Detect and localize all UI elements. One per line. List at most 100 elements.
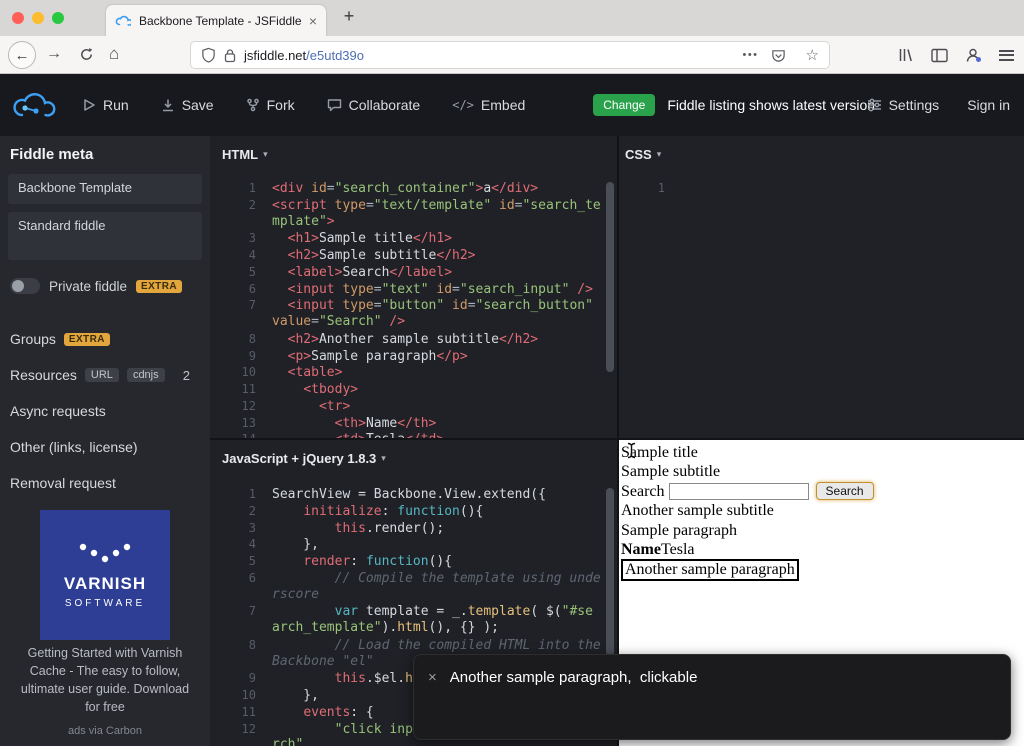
code-line[interactable]: 5 <label>Search</label> <box>210 264 617 281</box>
js-editor-scrollbar[interactable] <box>606 488 614 656</box>
code-line[interactable]: 4 <h2>Sample subtitle</h2> <box>210 247 617 264</box>
code-line[interactable]: value="Search" /> <box>210 314 617 331</box>
home-button[interactable]: ⌂ <box>109 44 119 64</box>
chevron-down-icon: ▾ <box>381 453 386 463</box>
code-line[interactable]: 4 }, <box>210 536 617 553</box>
fullscreen-window-button[interactable] <box>52 12 64 24</box>
jsfiddle-favicon-icon <box>115 15 131 26</box>
sidebar-toggle-icon[interactable] <box>931 48 948 63</box>
settings-button[interactable]: Settings <box>867 97 940 113</box>
tracking-protection-shield-icon[interactable] <box>201 47 216 63</box>
css-editor[interactable]: 1 <box>619 180 1024 438</box>
code-line[interactable]: 7 var template = _.template( $("#se <box>210 603 617 620</box>
collaborate-icon <box>327 99 341 112</box>
sidebar-item-removal-request[interactable]: Removal request <box>10 475 200 491</box>
code-line[interactable]: 6 <input type="text" id="search_input" /… <box>210 281 617 298</box>
js-panel-menu[interactable]: JavaScript + jQuery 1.8.3 ▾ <box>210 440 617 484</box>
fiddle-description-field[interactable]: Standard fiddle <box>8 212 202 260</box>
tab-close-icon[interactable]: × <box>309 14 317 28</box>
code-line[interactable]: 12 <tr> <box>210 398 617 415</box>
reload-button[interactable] <box>79 47 94 67</box>
code-line[interactable]: 1 SearchView = Backbone.View.extend({ <box>210 486 617 503</box>
extra-badge: EXTRA <box>136 279 182 293</box>
private-fiddle-toggle[interactable] <box>10 278 40 294</box>
varnish-dots-logo <box>79 543 131 563</box>
settings-label: Settings <box>888 97 940 113</box>
varnish-ad-image[interactable]: VARNISH SOFTWARE <box>40 510 170 640</box>
html-editor[interactable]: 1 <div id="search_container">a</div> 2 <scr… <box>210 180 617 438</box>
code-line[interactable]: 8 // Load the compiled HTML into the <box>210 637 617 654</box>
code-line[interactable]: 7 <input type="button" id="search_button… <box>210 297 617 314</box>
code-line[interactable]: 5 render: function(){ <box>210 553 617 570</box>
code-line[interactable]: 3 this.render(); <box>210 520 617 537</box>
sign-in-link[interactable]: Sign in <box>967 97 1010 113</box>
fiddle-title-field[interactable]: Backbone Template <box>8 174 202 204</box>
code-line[interactable]: arch_template").html(), {} ); <box>210 620 617 637</box>
ads-via-carbon-link[interactable]: ads via Carbon <box>0 725 210 737</box>
code-line[interactable]: 13 <th>Name</th> <box>210 415 617 432</box>
collaborate-button[interactable]: Collaborate <box>327 97 420 113</box>
varnish-brand-sub: SOFTWARE <box>64 598 146 609</box>
page-actions-icon[interactable]: ••• <box>742 49 758 61</box>
tab-title: Backbone Template - JSFiddle <box>139 13 302 28</box>
jsfiddle-logo[interactable] <box>10 86 56 124</box>
code-line[interactable]: rscore <box>210 587 617 604</box>
console-overlay: × Another sample paragraph, clickable <box>413 654 1011 740</box>
html-panel-menu[interactable]: HTML ▾ <box>210 136 617 180</box>
css-panel-menu[interactable]: CSS ▾ <box>619 136 1024 180</box>
save-button[interactable]: Save <box>161 97 214 113</box>
run-button[interactable]: Run <box>82 97 129 113</box>
change-button[interactable]: Change <box>593 94 656 116</box>
code-line[interactable]: 6 // Compile the template using unde <box>210 570 617 587</box>
result-sample-title: Sample title <box>621 444 698 461</box>
sidebar-item-other[interactable]: Other (links, license) <box>10 439 200 455</box>
run-label: Run <box>103 97 129 113</box>
code-line[interactable]: 10 <table> <box>210 364 617 381</box>
sidebar: Fiddle meta Backbone Template Standard f… <box>0 136 210 746</box>
result-search-button[interactable]: Search <box>815 482 874 501</box>
url-text: jsfiddle.net/e5utd39o <box>244 48 364 63</box>
html-editor-scrollbar[interactable] <box>606 182 614 372</box>
code-line[interactable]: 1 <div id="search_container">a</div> <box>210 180 617 197</box>
code-line[interactable]: 9 <p>Sample paragraph</p> <box>210 348 617 365</box>
bookmark-star-icon[interactable]: ☆ <box>806 46 819 64</box>
result-clickable-paragraph[interactable]: Another sample paragraph <box>621 559 799 582</box>
code-line[interactable]: 8 <h2>Another sample subtitle</h2> <box>210 331 617 348</box>
browser-titlebar: Backbone Template - JSFiddle × + <box>0 0 1024 36</box>
library-icon[interactable] <box>898 47 914 63</box>
console-close-icon[interactable]: × <box>428 668 437 688</box>
close-window-button[interactable] <box>12 12 24 24</box>
browser-tab[interactable]: Backbone Template - JSFiddle × <box>106 5 326 36</box>
result-table-cell: Tesla <box>660 540 695 558</box>
result-clickable-row: Another sample paragraph <box>621 559 1024 582</box>
code-line[interactable]: 1 <box>619 180 1024 197</box>
code-line[interactable]: 11 <tbody> <box>210 381 617 398</box>
chevron-down-icon: ▾ <box>263 149 268 159</box>
account-icon[interactable] <box>965 47 982 63</box>
resource-badge-url: URL <box>84 368 119 382</box>
sidebar-item-resources[interactable]: Resources URL cdnjs 2 <box>10 367 200 383</box>
toggle-knob <box>12 280 24 292</box>
back-button[interactable]: ← <box>8 41 36 69</box>
ad-text-link[interactable]: Getting Started with Varnish Cache - The… <box>12 644 198 716</box>
code-line[interactable]: 14 <td>Tesla</td> <box>210 431 617 438</box>
forward-button[interactable]: → <box>46 45 62 63</box>
embed-button[interactable]: </> Embed <box>452 97 525 113</box>
css-panel-label: CSS <box>625 147 652 162</box>
minimize-window-button[interactable] <box>32 12 44 24</box>
sidebar-item-async-requests[interactable]: Async requests <box>10 403 200 419</box>
url-bar[interactable]: jsfiddle.net/e5utd39o ••• ☆ <box>190 41 830 69</box>
code-line[interactable]: 2 <script type="text/template" id="search… <box>210 197 617 214</box>
code-line[interactable]: 2 initialize: function(){ <box>210 503 617 520</box>
code-line[interactable]: mplate"> <box>210 214 617 231</box>
result-search-input[interactable] <box>668 482 809 500</box>
connection-lock-icon[interactable] <box>224 48 236 63</box>
sidebar-item-groups[interactable]: Groups EXTRA <box>10 331 200 347</box>
pocket-icon[interactable] <box>771 48 786 63</box>
fiddle-listing-notice: Fiddle listing shows latest version <box>667 97 876 113</box>
code-line[interactable]: 3 <h1>Sample title</h1> <box>210 230 617 247</box>
toolbar-right-icons <box>898 36 1014 74</box>
fork-button[interactable]: Fork <box>246 97 295 113</box>
menu-hamburger-icon[interactable] <box>999 49 1014 61</box>
new-tab-button[interactable]: + <box>338 6 360 27</box>
